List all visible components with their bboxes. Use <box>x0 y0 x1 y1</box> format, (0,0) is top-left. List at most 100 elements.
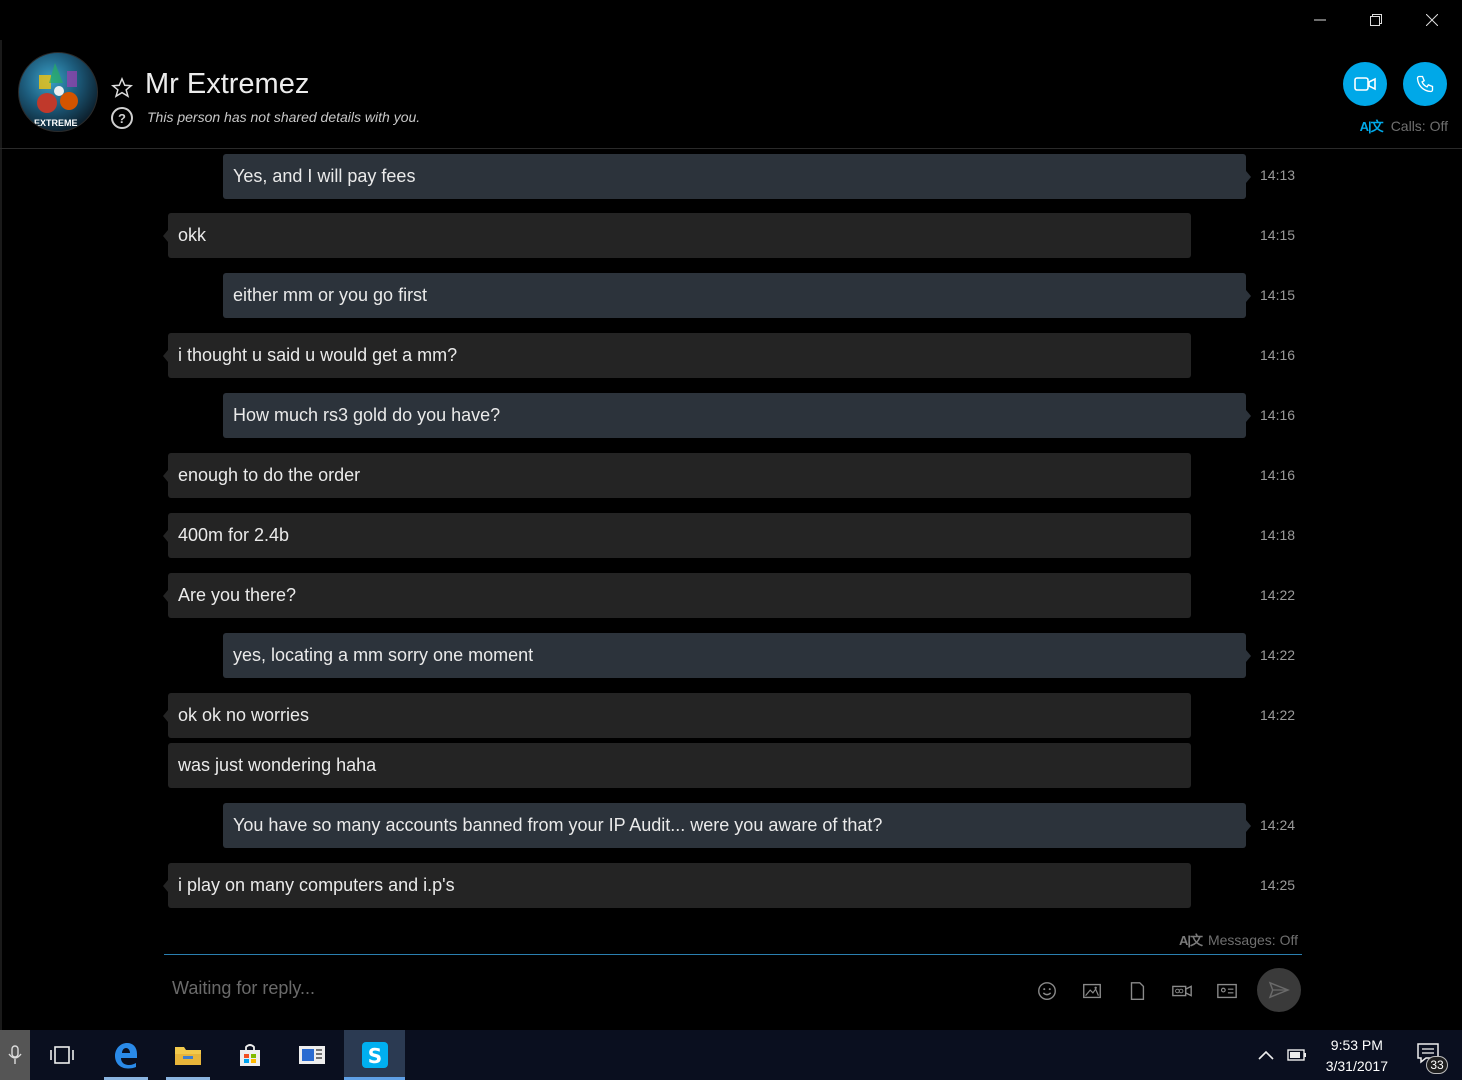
restore-icon <box>1370 14 1382 26</box>
message-text: i play on many computers and i.p's <box>178 875 455 895</box>
question-icon[interactable]: ? <box>111 107 133 129</box>
minimize-icon <box>1314 19 1326 21</box>
avatar-text: R EXTREME <box>25 118 78 128</box>
message-text: 400m for 2.4b <box>178 525 290 545</box>
message-received[interactable]: i thought u said u would get a mm? <box>163 333 1191 378</box>
taskbar-file-explorer[interactable] <box>162 1030 214 1080</box>
close-icon <box>1426 14 1438 26</box>
skype-window: R EXTREME Mr Extremez ? This person has … <box>0 0 1462 1030</box>
message-sent[interactable]: yes, locating a mm sorry one moment <box>223 633 1251 678</box>
message-sent[interactable]: Yes, and I will pay fees <box>223 154 1251 199</box>
send-photo-button[interactable] <box>1079 978 1105 1004</box>
emoji-icon <box>1038 982 1056 1000</box>
message-text: either mm or you go first <box>233 285 428 305</box>
message-time: 14:15 <box>1260 227 1296 243</box>
message-time: 14:15 <box>1260 287 1296 303</box>
profile-status-text: This person has not shared details with … <box>147 109 421 125</box>
message-list[interactable]: Yes, and I will pay fees 14:13 okk 14:15… <box>0 150 1462 930</box>
audio-call-button[interactable] <box>1403 62 1447 106</box>
phone-icon <box>1416 75 1434 93</box>
task-view-icon <box>50 1046 74 1064</box>
video-message-icon <box>1172 985 1192 997</box>
clock-date: 3/31/2017 <box>1325 1058 1388 1074</box>
messages-translation-status[interactable]: A|文 Messages: Off <box>1179 930 1298 949</box>
message-sent[interactable]: How much rs3 gold do you have? <box>223 393 1251 438</box>
conversation-header: R EXTREME Mr Extremez ? This person has … <box>0 40 1462 149</box>
taskbar-store[interactable] <box>224 1030 276 1080</box>
minimize-button[interactable] <box>1292 0 1348 40</box>
message-text: yes, locating a mm sorry one moment <box>233 645 534 665</box>
message-received[interactable]: ok ok no worries <box>163 693 1191 738</box>
message-received[interactable]: 400m for 2.4b <box>163 513 1191 558</box>
video-camera-icon <box>1354 77 1376 91</box>
restore-button[interactable] <box>1348 0 1404 40</box>
message-text: You have so many accounts banned from yo… <box>233 815 883 835</box>
message-received[interactable]: was just wondering haha <box>168 743 1191 788</box>
translate-icon: A|文 <box>1359 119 1384 134</box>
store-icon <box>240 1044 260 1066</box>
edge-icon <box>115 1043 137 1069</box>
video-message-button[interactable] <box>1169 978 1195 1004</box>
notification-count-badge: 33 <box>1426 1056 1448 1074</box>
taskbar-skype[interactable]: S <box>344 1030 405 1080</box>
send-contact-button[interactable] <box>1214 978 1240 1004</box>
emoji-button[interactable] <box>1034 978 1060 1004</box>
messages-status-text: Messages: Off <box>1207 931 1298 948</box>
calls-status-text: Calls: Off <box>1390 117 1448 134</box>
message-time: 14:24 <box>1260 817 1296 833</box>
message-time: 14:18 <box>1260 527 1296 543</box>
send-button[interactable] <box>1257 968 1301 1012</box>
translate-icon: A|文 <box>1178 933 1203 948</box>
message-text: Yes, and I will pay fees <box>233 166 416 186</box>
send-icon <box>1268 981 1290 999</box>
battery-button[interactable] <box>1280 1030 1314 1080</box>
close-button[interactable] <box>1404 0 1460 40</box>
message-text: Are you there? <box>178 585 297 605</box>
video-call-button[interactable] <box>1343 62 1387 106</box>
message-time: 14:16 <box>1260 467 1296 483</box>
message-text: was just wondering haha <box>178 755 377 775</box>
chevron-up-icon <box>1258 1050 1274 1060</box>
file-explorer-icon <box>175 1047 201 1065</box>
message-received[interactable]: i play on many computers and i.p's <box>163 863 1191 908</box>
taskbar-news-app[interactable] <box>286 1030 338 1080</box>
svg-text:S: S <box>367 1044 381 1068</box>
avatar[interactable]: R EXTREME <box>18 52 98 132</box>
file-icon <box>1130 982 1145 1000</box>
message-text: okk <box>178 225 207 245</box>
message-text: ok ok no worries <box>178 705 310 725</box>
favorite-button[interactable] <box>110 76 134 104</box>
task-view-button[interactable] <box>36 1030 88 1080</box>
contact-card-icon <box>1217 983 1237 999</box>
contact-name[interactable]: Mr Extremez <box>145 68 309 101</box>
clock-time: 9:53 PM <box>1330 1037 1383 1053</box>
windows-taskbar: S 9:53 PM 3/31/2017 33 <box>0 1030 1462 1080</box>
calls-translation-status[interactable]: A|文 Calls: Off <box>1360 116 1448 135</box>
message-time: 14:22 <box>1260 707 1296 723</box>
skype-icon: S <box>361 1042 388 1068</box>
message-time: 14:22 <box>1260 647 1296 663</box>
message-text: i thought u said u would get a mm? <box>178 345 458 365</box>
message-time: 14:13 <box>1260 167 1296 183</box>
message-received[interactable]: okk <box>163 213 1191 258</box>
message-text: How much rs3 gold do you have? <box>233 405 501 425</box>
message-sent[interactable]: You have so many accounts banned from yo… <box>223 803 1251 848</box>
message-text: enough to do the order <box>178 465 361 485</box>
photo-icon <box>1083 983 1101 999</box>
message-input[interactable]: Waiting for reply... <box>172 978 315 999</box>
cortana-button[interactable] <box>0 1030 30 1080</box>
composer-divider <box>164 954 1302 955</box>
microphone-icon <box>8 1045 22 1064</box>
message-time: 14:25 <box>1260 877 1296 893</box>
star-icon <box>110 76 134 98</box>
news-app-icon <box>299 1046 325 1064</box>
system-clock[interactable]: 9:53 PM 3/31/2017 <box>1326 1035 1388 1077</box>
taskbar-edge[interactable] <box>100 1030 152 1080</box>
send-file-button[interactable] <box>1124 978 1150 1004</box>
message-received[interactable]: Are you there? <box>163 573 1191 618</box>
message-sent[interactable]: either mm or you go first <box>223 273 1251 318</box>
message-received[interactable]: enough to do the order <box>163 453 1191 498</box>
message-time: 14:22 <box>1260 587 1296 603</box>
battery-icon <box>1287 1049 1306 1061</box>
message-time: 14:16 <box>1260 347 1296 363</box>
